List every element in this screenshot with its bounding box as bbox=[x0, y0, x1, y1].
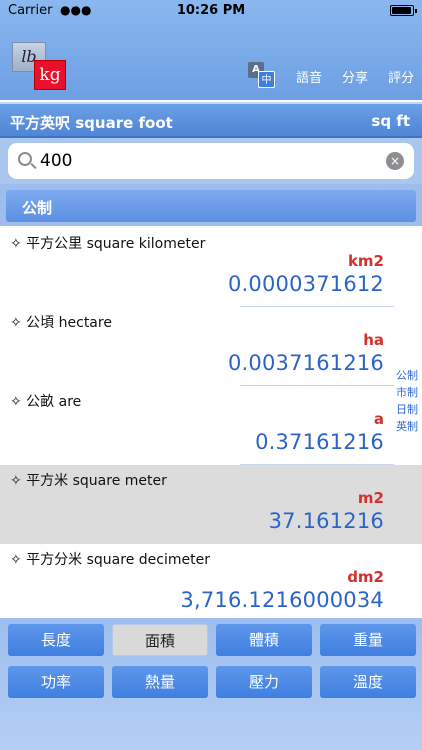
category-bar: 長度 面積 體積 重量 功率 熱量 壓力 溫度 bbox=[0, 618, 422, 750]
unit-value: 3,716.1216000034 bbox=[180, 588, 384, 612]
unit-value: 0.0037161216 bbox=[227, 351, 384, 375]
category-grid: 長度 面積 體積 重量 功率 熱量 壓力 溫度 bbox=[8, 624, 416, 698]
unit-abbr: a bbox=[373, 410, 384, 428]
translate-icon[interactable]: A 中 bbox=[247, 62, 276, 90]
results-list[interactable]: ✧ 平方公里 square kilometer km2 0.0000371612… bbox=[0, 228, 422, 618]
unit-abbr: m2 bbox=[357, 489, 384, 507]
list-item[interactable]: ✧ 平方公里 square kilometer km2 0.0000371612 bbox=[0, 228, 422, 307]
search-icon bbox=[18, 152, 32, 166]
section-header: 公制 bbox=[0, 184, 422, 226]
unit-value: 37.161216 bbox=[268, 509, 384, 533]
section-label: 公制 bbox=[22, 199, 53, 217]
share-button[interactable]: 分享 bbox=[342, 67, 368, 86]
index-item-market[interactable]: 市制 bbox=[394, 385, 420, 401]
unit-title: ✧ 平方公里 square kilometer bbox=[10, 236, 206, 252]
navigation-bar: Carrier ●●● 10:26 PM lb kg A 中 語音 分享 評分 bbox=[0, 0, 422, 100]
category-pressure-button[interactable]: 壓力 bbox=[216, 666, 312, 698]
category-heat-button[interactable]: 熱量 bbox=[112, 666, 208, 698]
list-item-selected[interactable]: ✧ 平方米 square meter m2 37.161216 bbox=[0, 465, 422, 544]
category-temperature-button[interactable]: 溫度 bbox=[320, 666, 416, 698]
logo-kg: kg bbox=[34, 60, 66, 90]
unit-abbr: km2 bbox=[347, 252, 384, 270]
unit-value: 0.37161216 bbox=[255, 430, 384, 454]
unit-abbr: dm2 bbox=[347, 568, 384, 586]
search-bar: × bbox=[0, 138, 422, 184]
index-item-japanese[interactable]: 日制 bbox=[394, 402, 420, 418]
category-area-button[interactable]: 面積 bbox=[112, 624, 208, 656]
index-item-imperial[interactable]: 英制 bbox=[394, 419, 420, 435]
list-item[interactable]: ✧ 平方分米 square decimeter dm2 3,716.121600… bbox=[0, 544, 422, 618]
category-power-button[interactable]: 功率 bbox=[8, 666, 104, 698]
section-index[interactable]: 公制 市制 日制 英制 bbox=[394, 368, 420, 435]
current-unit-header[interactable]: 平方英呎 square foot sq ft bbox=[0, 102, 422, 138]
list-item[interactable]: ✧ 公畝 are a 0.37161216 bbox=[0, 386, 422, 465]
unit-title: ✧ 平方米 square meter bbox=[10, 473, 167, 489]
section-pill bbox=[6, 190, 416, 222]
unit-title: ✧ 公頃 hectare bbox=[10, 315, 112, 331]
battery-icon bbox=[390, 5, 417, 16]
index-item-metric[interactable]: 公制 bbox=[394, 368, 420, 384]
category-length-button[interactable]: 長度 bbox=[8, 624, 104, 656]
nav-actions: A 中 語音 分享 評分 bbox=[247, 62, 414, 90]
translate-zh: 中 bbox=[257, 71, 275, 88]
rate-button[interactable]: 評分 bbox=[388, 67, 414, 86]
app-logo: lb kg bbox=[12, 42, 66, 90]
unit-value: 0.0000371612 bbox=[227, 272, 384, 296]
unit-abbr: ha bbox=[363, 331, 384, 349]
current-unit-name: 平方英呎 square foot bbox=[10, 114, 173, 132]
status-bar: Carrier ●●● 10:26 PM bbox=[0, 0, 422, 22]
search-box: × bbox=[8, 143, 414, 179]
category-volume-button[interactable]: 體積 bbox=[216, 624, 312, 656]
search-input[interactable] bbox=[40, 149, 380, 173]
unit-title: ✧ 公畝 are bbox=[10, 394, 82, 410]
list-item[interactable]: ✧ 公頃 hectare ha 0.0037161216 bbox=[0, 307, 422, 386]
unit-title: ✧ 平方分米 square decimeter bbox=[10, 552, 210, 568]
clear-icon[interactable]: × bbox=[386, 152, 404, 170]
current-unit-abbr: sq ft bbox=[371, 112, 410, 130]
status-time: 10:26 PM bbox=[176, 3, 246, 18]
voice-button[interactable]: 語音 bbox=[296, 67, 322, 86]
category-weight-button[interactable]: 重量 bbox=[320, 624, 416, 656]
